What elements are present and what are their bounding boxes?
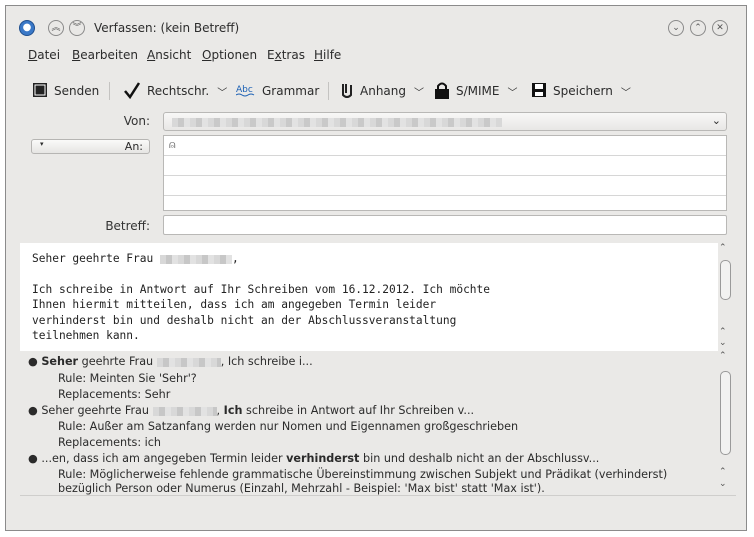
toolbar-separator [109,82,110,100]
result-rule: Rule: Möglicherweise fehlende grammatisc… [58,468,668,481]
redacted-name [152,406,217,416]
scroll-down-icon[interactable]: ⌄ [719,479,727,489]
save-icon [531,82,547,101]
result-item[interactable]: ● Seher geehrte Frau , Ich schreibe i... [28,355,313,368]
result-item[interactable]: ● Seher geehrte Frau , Ich schreibe in A… [28,404,474,417]
result-item[interactable]: ● ...en, dass ich am angegeben Termin le… [28,452,599,465]
recipient-type-button[interactable]: ▾ An: [31,139,150,154]
chevron-down-icon[interactable]: ﹀ [508,84,518,99]
grammar-results-panel: ● Seher geehrte Frau , Ich schreibe i...… [20,351,732,495]
scroll-down-icon[interactable]: ⌄ [719,338,727,348]
from-select[interactable]: ⌄ [163,112,727,131]
grammar-label: Grammar [262,84,320,98]
close-icon[interactable]: ✕ [712,20,728,36]
maximize-icon[interactable]: ⌃ [690,20,706,36]
redacted-sender [172,118,502,127]
title-bar: ● ︽ ︾ Verfassen: (kein Betreff) ⌄ ⌃ ✕ [6,6,746,36]
compose-window: ● ︽ ︾ Verfassen: (kein Betreff) ⌄ ⌃ ✕ Da… [5,5,747,531]
chevron-down-icon[interactable]: ﹀ [621,84,631,99]
scroll-thumb[interactable] [720,260,731,300]
results-scrollbar[interactable]: ⌃ ⌃ ⌄ [718,351,732,494]
svg-text:Abc: Abc [236,85,253,95]
send-label: Senden [54,84,100,98]
bullet: ● [28,452,38,465]
redacted-name [159,254,232,264]
save-label: Speichern [553,84,613,98]
redacted-name [156,357,221,367]
message-text[interactable]: Seher geehrte Frau , Ich schreibe in Ant… [32,251,490,343]
menu-hilfe[interactable]: Hilfe [314,48,341,62]
result-replacements: Replacements: Sehr [58,388,171,401]
save-button[interactable]: Speichern ﹀ [531,76,631,106]
result-rule-continued: bezüglich Person oder Numerus (Einzahl, … [58,482,545,495]
keep-below-icon[interactable]: ︾ [69,20,85,36]
toolbar: Senden Rechtschr. ﹀ Abc Grammar Anhang ﹀ [6,76,746,106]
send-button[interactable]: Senden [32,76,99,106]
message-body[interactable]: Seher geehrte Frau , Ich schreibe in Ant… [20,243,732,351]
to-label: An: [124,140,143,153]
scroll-down-icon[interactable]: ⌃ [719,327,727,337]
subject-label: Betreff: [105,219,150,233]
window-title: Verfassen: (kein Betreff) [94,21,240,35]
bullet: ● [28,355,38,368]
minimize-icon[interactable]: ⌄ [668,20,684,36]
app-icon[interactable]: ● [19,20,35,36]
chevron-down-icon[interactable]: ﹀ [414,84,424,99]
send-icon [32,82,48,101]
chevron-down-icon: ▾ [40,140,44,148]
result-rule: Rule: Meinten Sie 'Sehr'? [58,372,197,385]
grammar-icon: Abc [235,83,256,100]
scroll-thumb[interactable] [720,371,731,455]
spellcheck-button[interactable]: Rechtschr. ﹀ [123,76,227,106]
status-bar [20,495,736,520]
toolbar-separator [328,82,329,100]
subject-input[interactable] [163,215,727,235]
scroll-up-icon[interactable]: ⌃ [719,243,727,253]
smime-button[interactable]: S/MIME ﹀ [434,76,518,106]
menu-datei[interactable]: Datei [28,48,60,62]
checkmark-icon [123,81,141,102]
attach-button[interactable]: Anhang ﹀ [340,76,424,106]
result-replacements: Replacements: ich [58,436,162,449]
lock-icon [434,81,450,102]
menu-extras[interactable]: Extras [267,48,305,62]
recipient-row[interactable]: ⍝ [164,136,726,156]
recipient-list[interactable]: ⍝ [163,135,727,211]
attach-label: Anhang [360,84,406,98]
menu-bearbeiten[interactable]: Bearbeiten [72,48,138,62]
smime-label: S/MIME [456,84,500,98]
menu-ansicht[interactable]: Ansicht [147,48,191,62]
grammar-button[interactable]: Abc Grammar [235,76,320,106]
chevron-down-icon: ⌄ [711,114,721,127]
contact-icon: ⍝ [169,138,176,151]
chevron-down-icon[interactable]: ﹀ [217,84,227,99]
recipient-row[interactable] [164,176,726,196]
body-scrollbar[interactable]: ⌃ ⌃ ⌄ [718,243,732,351]
spellcheck-label: Rechtschr. [147,84,210,98]
keep-above-icon[interactable]: ︽ [48,20,64,36]
bullet: ● [28,404,38,417]
recipient-row[interactable] [164,156,726,176]
scroll-up-icon[interactable]: ⌃ [719,467,727,477]
scroll-up-icon[interactable]: ⌃ [719,351,727,361]
menu-optionen[interactable]: Optionen [202,48,257,62]
result-rule: Rule: Außer am Satzanfang werden nur Nom… [58,420,519,433]
paperclip-icon [340,81,354,102]
from-label: Von: [123,114,150,128]
